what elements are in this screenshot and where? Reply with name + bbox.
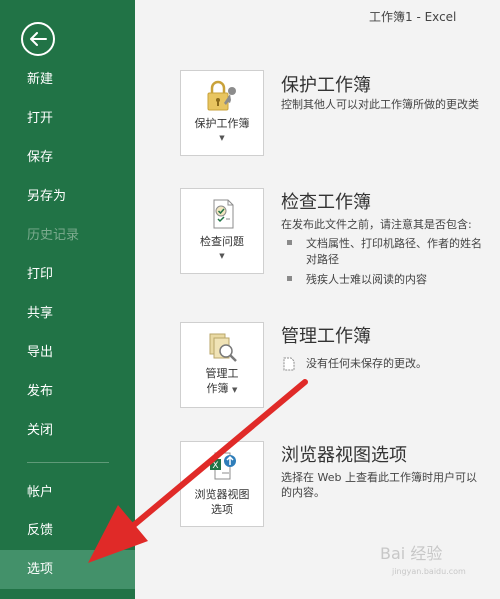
browser-view-options-button-line2: 选项 (211, 503, 233, 516)
check-for-issues-button-label: 检查问题 (200, 235, 244, 248)
browser-view-options-title: 浏览器视图选项 (281, 445, 407, 466)
nav-item-export[interactable]: 导出 (0, 333, 135, 372)
nav-item-publish[interactable]: 发布 (0, 372, 135, 411)
nav-item-history: 历史记录 (27, 228, 80, 243)
manage-workbook-button[interactable]: 管理工 作簿 ▼ (180, 322, 264, 408)
protect-workbook-button[interactable]: 保护工作簿 ▼ (180, 70, 264, 156)
browser-view-options-button[interactable]: X 浏览器视图 选项 (180, 441, 264, 527)
excel-browser-icon: X (181, 450, 263, 484)
svg-text:X: X (212, 461, 218, 471)
protect-workbook-title: 保护工作簿 (281, 75, 371, 96)
nav-divider (27, 462, 109, 463)
nav-item-save[interactable]: 保存 (0, 138, 135, 177)
back-arrow-icon (29, 32, 47, 46)
dropdown-caret-icon: ▼ (219, 252, 225, 260)
bullet-icon (287, 276, 292, 281)
check-for-issues-button[interactable]: 检查问题 ▼ (180, 188, 264, 274)
inspect-document-icon (181, 197, 263, 231)
manage-workbook-button-line2-wrap: 作簿 ▼ (181, 381, 263, 398)
nav-item-share[interactable]: 共享 (0, 294, 135, 333)
nav-item-save-as[interactable]: 另存为 (0, 177, 135, 216)
manage-workbook-button-line1: 管理工 (205, 367, 239, 380)
protect-workbook-button-label: 保护工作簿 (194, 117, 250, 130)
inspect-bullet-1-line2: 对路径 (306, 253, 339, 266)
browser-view-options-description-line1: 选择在 Web 上查看此工作簿时用户可以 (281, 471, 477, 484)
manage-workbook-status: 没有任何未保存的更改。 (306, 357, 427, 370)
inspect-workbook-description: 在发布此文件之前，请注意其是否包含: (281, 218, 472, 231)
watermark: Bai 经验 (380, 544, 443, 563)
inspect-workbook-title: 检查工作簿 (281, 192, 371, 213)
nav-item-options[interactable]: 选项 (0, 550, 135, 589)
bullet-icon (287, 240, 292, 245)
nav-item-feedback[interactable]: 反馈 (0, 511, 135, 550)
back-button[interactable] (21, 22, 55, 56)
inspect-bullet-1-line1: 文档属性、打印机路径、作者的姓名 (306, 237, 482, 250)
watermark-url: jingyan.baidu.com (392, 567, 466, 576)
dropdown-caret-icon: ▼ (219, 134, 225, 142)
protect-workbook-description: 控制其他人可以对此工作簿所做的更改类 (281, 98, 479, 111)
manage-workbook-button-line2: 作簿 (206, 382, 229, 395)
dropdown-caret-icon: ▼ (232, 386, 238, 394)
lock-key-icon (181, 79, 263, 113)
nav-item-print[interactable]: 打印 (0, 255, 135, 294)
nav-item-close[interactable]: 关闭 (0, 411, 135, 450)
browser-view-options-description-line2: 的内容。 (281, 486, 325, 499)
backstage-sidebar: 新建 打开 保存 另存为 历史记录 打印 共享 导出 发布 关闭 帐户 反馈 选… (0, 0, 135, 599)
inspect-bullet-2: 残疾人士难以阅读的内容 (306, 273, 427, 286)
nav-item-open[interactable]: 打开 (0, 99, 135, 138)
manage-versions-icon (181, 331, 263, 365)
nav-item-new[interactable]: 新建 (0, 60, 135, 99)
browser-view-options-button-line1: 浏览器视图 (194, 488, 250, 501)
window-title: 工作簿1 - Excel (369, 10, 457, 24)
nav-item-account[interactable]: 帐户 (0, 473, 135, 512)
manage-workbook-title: 管理工作簿 (281, 326, 371, 347)
document-icon (283, 356, 295, 375)
